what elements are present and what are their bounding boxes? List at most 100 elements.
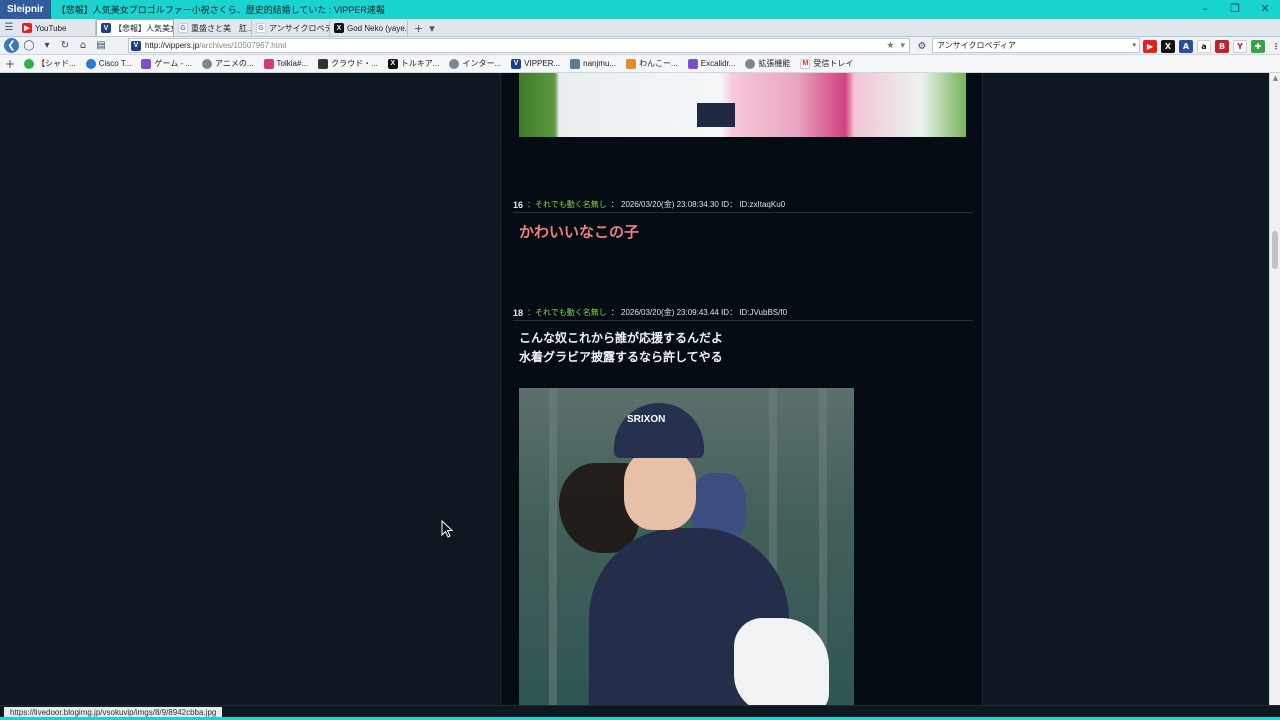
bookmark-item[interactable]: Cisco T...	[81, 58, 137, 69]
search-input[interactable]: アンサイクロペディア ▾	[932, 38, 1140, 53]
scroll-thumb[interactable]	[1272, 231, 1278, 269]
scroll-up-icon[interactable]: ▲	[1271, 74, 1280, 84]
window-controls: – ❐ ✕	[1190, 0, 1280, 19]
poster-name: ：それでも動く名無し	[527, 308, 607, 317]
bookmark-label: 【シャド...	[37, 59, 76, 68]
cap-logo: SRIXON	[627, 414, 666, 425]
bookmark-label: クラウド・...	[331, 59, 378, 68]
back-button[interactable]: ❮	[4, 38, 19, 53]
globe-icon	[202, 58, 213, 69]
vipper-icon: V	[101, 23, 111, 33]
window-titlebar: Sleipnir 【悲報】人気美女プロゴルファー小祝さくら、歴史的結婚していた …	[0, 0, 1280, 19]
bookmark-item[interactable]: M 受信トレイ	[795, 58, 858, 69]
menu-icon[interactable]: ⋮	[1269, 39, 1280, 53]
tab-bar: ☰ ▶ YouTube V 【悲報】人気美女... G 重盛さと美 肛... G…	[0, 19, 1280, 37]
tab-label: アンサイクロペディ...	[269, 23, 329, 33]
chevron-down-icon[interactable]: ▾	[1132, 39, 1136, 52]
search-engine-icon[interactable]: ⚙	[914, 38, 930, 54]
google-icon: G	[256, 23, 266, 33]
bookmark-label: ゲーム - ...	[154, 59, 193, 68]
tab-vipper-article[interactable]: V 【悲報】人気美女...	[96, 19, 174, 36]
post-meta: ： 2026/03/20(金) 23:09:43.44 ID： ID:JVubB…	[610, 308, 788, 317]
post-header: 16 ：それでも動く名無し ： 2026/03/20(金) 23:08:34.3…	[513, 197, 973, 213]
towel-shape	[734, 618, 829, 705]
bookmark-extension-icon[interactable]: B	[1215, 39, 1229, 53]
bookmark-item[interactable]: V VIPPER...	[506, 58, 565, 69]
bookmark-item[interactable]: Excalidr...	[683, 58, 741, 69]
status-bar: https://livedoor.blogimg.jp/vsokuvip/img…	[0, 705, 1280, 720]
reload-button[interactable]: ↻	[57, 38, 73, 54]
tab-youtube[interactable]: ▶ YouTube	[18, 20, 96, 36]
translate-extension-icon[interactable]: A	[1179, 39, 1193, 53]
article-column: 16 ：それでも動く名無し ： 2026/03/20(金) 23:08:34.3…	[500, 73, 983, 705]
bookmark-item[interactable]: 【シャド...	[19, 58, 81, 69]
globe-icon	[449, 58, 460, 69]
bookmark-item[interactable]: クラウド・...	[313, 58, 383, 69]
tab-god-neko[interactable]: X God Neko (yaye...	[330, 20, 408, 36]
bookmark-item[interactable]: Tolkia#...	[259, 58, 314, 69]
poster-name: ：それでも動く名無し	[527, 200, 607, 209]
cisco-icon	[85, 58, 96, 69]
extension-icon	[745, 58, 756, 69]
gmail-icon: M	[800, 58, 811, 69]
post-number: 18	[513, 307, 524, 318]
post-line: 水着グラビア披露するなら許してやる	[519, 350, 723, 364]
home-button[interactable]: ⌂	[75, 38, 91, 54]
x-icon: X	[334, 23, 344, 33]
restore-button[interactable]: ❐	[1220, 0, 1250, 19]
tab-label: 重盛さと美 肛...	[191, 23, 252, 33]
bookmark-label: Excalidr...	[700, 59, 736, 68]
new-tab-icon[interactable]: +	[414, 22, 423, 35]
bookmark-item[interactable]: ゲーム - ...	[136, 58, 197, 69]
bookmark-item[interactable]: わんこー...	[621, 58, 683, 69]
url-host: http://vippers.jp	[145, 41, 200, 50]
url-path: /archives/10507967.html	[199, 41, 287, 50]
add-bookmark-icon[interactable]: +	[5, 57, 19, 71]
bookmark-item[interactable]: インター...	[444, 58, 506, 69]
google-icon: G	[178, 23, 188, 33]
golfer-face	[624, 450, 696, 530]
page-icon	[570, 58, 581, 69]
excalidraw-icon	[687, 58, 698, 69]
dog-icon	[626, 58, 637, 69]
tab-uncyclopedia[interactable]: G アンサイクロペディ...	[252, 20, 330, 36]
star-icon[interactable]: ★	[886, 40, 894, 51]
bookmark-item[interactable]: アニメの...	[197, 58, 259, 69]
bookmark-label: インター...	[462, 59, 502, 68]
bookmark-item[interactable]: 拡張機能	[740, 58, 795, 69]
minimize-button[interactable]: –	[1190, 0, 1220, 19]
bookmark-label: nanjmu...	[583, 59, 617, 68]
tab-label: God Neko (yaye...	[347, 23, 408, 33]
bookmark-item[interactable]: nanjmu...	[565, 58, 621, 69]
tab-menu-icon[interactable]: ☰	[0, 18, 18, 36]
bookmark-manager-icon[interactable]: ▤	[93, 38, 109, 54]
extension-toolbar: ▶ X A a B Y ✚ ⋮	[1143, 38, 1280, 54]
tolkia-icon	[263, 58, 274, 69]
address-bar[interactable]: V http://vippers.jp /archives/10507967.h…	[128, 38, 910, 53]
bookmark-item[interactable]: X トルキア...	[383, 58, 445, 69]
close-button[interactable]: ✕	[1250, 0, 1280, 19]
sic-icon	[318, 58, 329, 69]
app-name: Sleipnir	[0, 0, 51, 19]
chevron-down-icon[interactable]: ▾	[900, 40, 905, 51]
youtube-extension-icon[interactable]: ▶	[1143, 39, 1157, 53]
post-image-golfer[interactable]: SRIXON	[519, 388, 854, 705]
chevron-down-icon[interactable]: ▾	[429, 22, 435, 35]
history-dropdown-icon[interactable]: ▾	[39, 38, 55, 54]
puzzle-icon[interactable]: ✚	[1251, 39, 1265, 53]
bookmarks-bar: + 【シャド... Cisco T... ゲーム - ... アニメの... T…	[0, 55, 1280, 73]
post-image-previous[interactable]	[519, 73, 966, 137]
golfer-cap	[614, 403, 704, 458]
forward-button[interactable]: ◯	[21, 38, 37, 54]
yahoo-extension-icon[interactable]: Y	[1233, 39, 1247, 53]
x-extension-icon[interactable]: X	[1161, 39, 1175, 53]
post-meta: ： 2026/03/20(金) 23:08:34.30 ID： ID:zxIta…	[610, 200, 786, 209]
post-line: こんな奴これから誰が応援するんだよ	[519, 331, 724, 345]
amazon-extension-icon[interactable]: a	[1197, 39, 1211, 53]
search-text: アンサイクロペディア	[937, 41, 1016, 50]
logo-patch	[697, 103, 735, 127]
mouse-cursor-icon	[441, 520, 453, 538]
vertical-scrollbar[interactable]: ▲	[1269, 73, 1280, 705]
post-header: 18 ：それでも動く名無し ： 2026/03/20(金) 23:09:43.4…	[513, 305, 973, 321]
tab-google-search[interactable]: G 重盛さと美 肛...	[174, 20, 252, 36]
